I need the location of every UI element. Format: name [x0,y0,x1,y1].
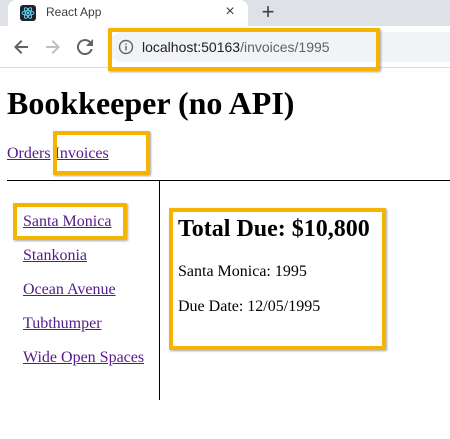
list-item: Ocean Avenue [23,280,144,314]
invoice-link-wide-open-spaces[interactable]: Wide Open Spaces [23,349,144,366]
address-bar[interactable]: localhost:50163/invoices/1995 [108,32,450,62]
browser-tab-strip: React App × + [0,0,450,26]
invoice-due-date: Due Date: 12/05/1995 [178,298,321,315]
reload-icon[interactable] [73,35,97,59]
invoice-link-ocean-avenue[interactable]: Ocean Avenue [23,281,116,298]
nav-link-orders[interactable]: Orders [7,145,51,162]
url-text: localhost:50163/invoices/1995 [142,39,330,55]
invoice-link-santa-monica[interactable]: Santa Monica [23,213,111,230]
page-title: Bookkeeper (no API) [7,85,295,121]
list-item: Wide Open Spaces [23,348,144,382]
list-item: Santa Monica [23,212,144,246]
top-nav: Orders Invoices [7,145,109,163]
invoice-list: Santa Monica Stankonia Ocean Avenue Tubt… [23,212,144,382]
back-arrow-icon[interactable] [9,35,33,59]
invoice-total-due: Total Due: $10,800 [178,216,370,242]
browser-tab[interactable]: React App × [8,0,248,26]
horizontal-divider [7,180,450,181]
list-item: Stankonia [23,246,144,280]
forward-arrow-icon[interactable] [41,35,65,59]
invoice-name-number: Santa Monica: 1995 [178,263,307,280]
plus-icon[interactable]: + [256,1,280,25]
info-icon[interactable] [118,39,134,55]
invoice-link-tubthumper[interactable]: Tubthumper [23,315,102,332]
url-path: /invoices/1995 [240,39,330,55]
url-host: localhost:50163 [142,39,241,55]
browser-toolbar: localhost:50163/invoices/1995 [0,26,450,68]
close-icon[interactable]: × [220,2,240,22]
vertical-divider [159,180,160,400]
tab-title: React App [46,5,102,19]
invoice-link-stankonia[interactable]: Stankonia [23,247,87,264]
react-favicon-icon [20,5,36,21]
nav-link-invoices[interactable]: Invoices [55,145,109,162]
list-item: Tubthumper [23,314,144,348]
